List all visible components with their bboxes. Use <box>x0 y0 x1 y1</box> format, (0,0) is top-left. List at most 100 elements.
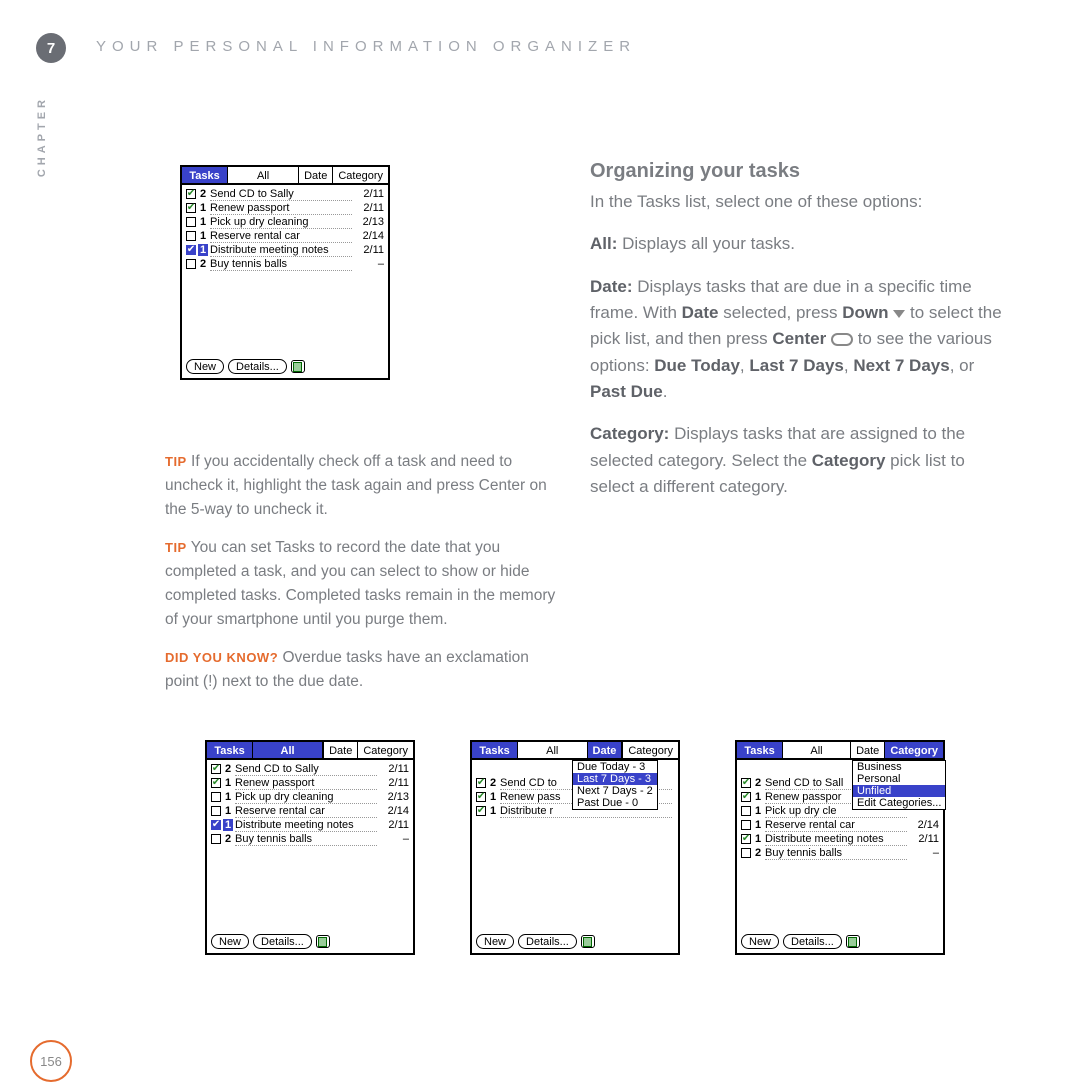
dropdown-option[interactable]: Edit Categories... <box>853 797 945 809</box>
task-checkbox[interactable] <box>741 834 751 844</box>
task-row[interactable]: 1Distribute meeting notes2/11 <box>186 243 384 257</box>
task-date: 2/11 <box>379 763 409 775</box>
task-checkbox[interactable] <box>186 259 196 269</box>
date-filter-dropdown[interactable]: Due Today - 3Last 7 Days - 3Next 7 Days … <box>572 760 658 810</box>
task-row[interactable]: 2Buy tennis balls– <box>211 832 409 846</box>
new-button[interactable]: New <box>186 359 224 374</box>
task-checkbox[interactable] <box>741 806 751 816</box>
dropdown-option[interactable]: Past Due - 0 <box>573 797 657 809</box>
task-checkbox[interactable] <box>741 848 751 858</box>
task-checkbox[interactable] <box>741 792 751 802</box>
note-icon[interactable] <box>846 935 860 948</box>
task-row[interactable]: 1Pick up dry cleaning2/13 <box>186 215 384 229</box>
dropdown-option[interactable]: Due Today - 3 <box>573 761 657 773</box>
task-checkbox[interactable] <box>476 778 486 788</box>
task-text: Distribute meeting notes <box>765 833 907 846</box>
note-icon[interactable] <box>316 935 330 948</box>
task-row[interactable]: 1Distribute meeting notes2/11 <box>211 818 409 832</box>
task-checkbox[interactable] <box>186 189 196 199</box>
new-button[interactable]: New <box>211 934 249 949</box>
task-checkbox[interactable] <box>186 217 196 227</box>
task-row[interactable]: 1Renew passport2/11 <box>211 776 409 790</box>
dropdown-option[interactable]: Business <box>853 761 945 773</box>
tab-date[interactable]: Date <box>588 742 624 758</box>
new-button[interactable]: New <box>476 934 514 949</box>
tab-all[interactable]: All <box>518 742 588 758</box>
task-row[interactable]: 1Reserve rental car2/14 <box>186 229 384 243</box>
tab-date[interactable]: Date <box>299 167 333 183</box>
task-priority: 1 <box>198 230 208 242</box>
task-priority: 1 <box>223 791 233 803</box>
task-checkbox[interactable] <box>476 792 486 802</box>
task-checkbox[interactable] <box>741 778 751 788</box>
task-checkbox[interactable] <box>476 806 486 816</box>
dropdown-option[interactable]: Next 7 Days - 2 <box>573 785 657 797</box>
task-row[interactable]: 2Buy tennis balls– <box>186 257 384 271</box>
tab-category[interactable]: Category <box>623 742 678 758</box>
task-priority: 1 <box>198 216 208 228</box>
task-checkbox[interactable] <box>211 778 221 788</box>
task-text: Buy tennis balls <box>210 258 352 271</box>
tab-category[interactable]: Category <box>333 167 388 183</box>
task-priority: 1 <box>753 805 763 817</box>
dropdown-option[interactable]: Last 7 Days - 3 <box>573 773 657 785</box>
task-date: – <box>909 847 939 859</box>
tasks-screenshot-all-2: Tasks All Date Category 2Send CD to Sall… <box>205 740 415 955</box>
task-date: 2/13 <box>379 791 409 803</box>
option-category: Category: Displays tasks that are assign… <box>590 421 1010 500</box>
tab-tasks[interactable]: Tasks <box>182 167 228 183</box>
tab-category[interactable]: Category <box>358 742 413 758</box>
task-checkbox[interactable] <box>186 231 196 241</box>
category-filter-dropdown[interactable]: BusinessPersonalUnfiledEdit Categories..… <box>852 760 946 810</box>
task-text: Buy tennis balls <box>765 847 907 860</box>
task-row[interactable]: 2Send CD to Sally2/11 <box>186 187 384 201</box>
tab-all[interactable]: All <box>228 167 299 183</box>
task-date: 2/14 <box>354 230 384 242</box>
task-checkbox[interactable] <box>186 203 196 213</box>
task-row[interactable]: 1Distribute meeting notes2/11 <box>741 832 939 846</box>
task-date: – <box>379 833 409 845</box>
task-text: Distribute meeting notes <box>235 819 377 832</box>
note-icon[interactable] <box>291 360 305 373</box>
task-checkbox[interactable] <box>211 792 221 802</box>
details-button[interactable]: Details... <box>783 934 842 949</box>
task-checkbox[interactable] <box>211 820 221 830</box>
task-date: – <box>354 258 384 270</box>
task-checkbox[interactable] <box>741 820 751 830</box>
note-icon[interactable] <box>581 935 595 948</box>
tab-tasks[interactable]: Tasks <box>737 742 783 758</box>
details-button[interactable]: Details... <box>253 934 312 949</box>
tab-tasks[interactable]: Tasks <box>472 742 518 758</box>
tab-all[interactable]: All <box>783 742 851 758</box>
dropdown-option[interactable]: Personal <box>853 773 945 785</box>
task-text: Buy tennis balls <box>235 833 377 846</box>
tab-tasks[interactable]: Tasks <box>207 742 253 758</box>
page-number: 156 <box>30 1040 72 1082</box>
task-priority: 2 <box>223 763 233 775</box>
dropdown-option[interactable]: Unfiled <box>853 785 945 797</box>
center-icon <box>831 333 853 346</box>
task-priority: 2 <box>753 847 763 859</box>
task-row[interactable]: 1Reserve rental car2/14 <box>741 818 939 832</box>
task-checkbox[interactable] <box>186 245 196 255</box>
task-priority: 1 <box>753 791 763 803</box>
task-row[interactable]: 1Pick up dry cleaning2/13 <box>211 790 409 804</box>
task-checkbox[interactable] <box>211 764 221 774</box>
details-button[interactable]: Details... <box>518 934 577 949</box>
task-checkbox[interactable] <box>211 806 221 816</box>
tasks-screenshot-all: Tasks All Date Category 2Send CD to Sall… <box>180 165 390 380</box>
details-button[interactable]: Details... <box>228 359 287 374</box>
task-checkbox[interactable] <box>211 834 221 844</box>
task-priority: 1 <box>198 202 208 214</box>
tab-date[interactable]: Date <box>851 742 885 758</box>
task-row[interactable]: 1Reserve rental car2/14 <box>211 804 409 818</box>
task-date: 2/11 <box>354 244 384 256</box>
new-button[interactable]: New <box>741 934 779 949</box>
task-row[interactable]: 1Renew passport2/11 <box>186 201 384 215</box>
task-row[interactable]: 2Send CD to Sally2/11 <box>211 762 409 776</box>
task-date: 2/11 <box>354 202 384 214</box>
task-row[interactable]: 2Buy tennis balls– <box>741 846 939 860</box>
tab-category[interactable]: Category <box>885 742 943 758</box>
tab-date[interactable]: Date <box>324 742 358 758</box>
tab-all[interactable]: All <box>253 742 324 758</box>
